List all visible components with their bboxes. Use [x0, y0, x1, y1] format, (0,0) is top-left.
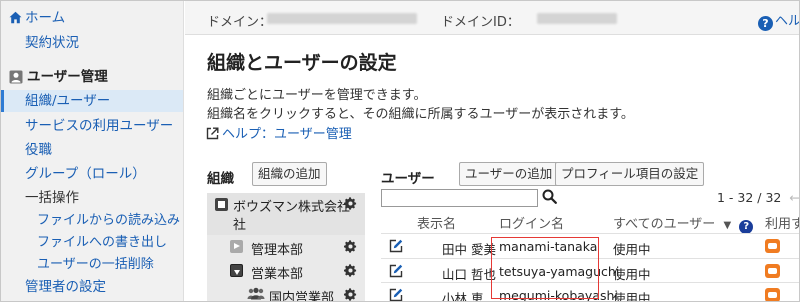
user-icon	[9, 70, 23, 84]
sidebar-item-label: 管理者の設定	[25, 279, 106, 295]
sidebar-item-service-users[interactable]: サービスの利用ユーザー	[1, 115, 183, 137]
sidebar: ホーム 契約状況 ユーザー管理 組織/ユーザー サービスの利用ユーザー 役職 グ…	[1, 1, 184, 301]
column-login-name[interactable]: ログイン名	[499, 213, 564, 232]
group-icon	[247, 287, 265, 300]
sidebar-group-label: 一括操作	[25, 190, 79, 206]
sidebar-item-groups[interactable]: グループ（ロール）	[1, 163, 183, 185]
gear-icon[interactable]	[344, 288, 357, 301]
app-icon[interactable]	[765, 288, 780, 301]
user-login-name: tetsuya-yamaguchi	[499, 264, 620, 279]
domain-bar: ドメイン： ドメインID： ? ヘル	[185, 1, 800, 35]
org-tree-item-sales-division[interactable]: 営業本部	[207, 259, 365, 283]
app-icon[interactable]	[765, 239, 780, 253]
edit-icon[interactable]	[389, 288, 403, 302]
prev-page-arrow[interactable]: ←	[789, 190, 799, 205]
home-icon	[9, 11, 22, 24]
help-icon: ?	[757, 16, 773, 31]
org-name: 国内営業部	[269, 291, 335, 302]
user-status: 使用中	[613, 291, 651, 302]
sidebar-section-user-management: ユーザー管理	[1, 66, 183, 88]
sidebar-item-label: グループ（ロール）	[25, 166, 146, 182]
sidebar-item-label: 組織/ユーザー	[25, 93, 111, 109]
sidebar-item-label: サービスの利用ユーザー	[25, 118, 174, 134]
pagination: 1 - 32 / 32←→	[717, 190, 799, 205]
user-display-name[interactable]: 山口 哲也	[442, 264, 496, 283]
column-app: 利用す	[765, 217, 799, 232]
help-icon[interactable]: ?	[739, 220, 754, 234]
user-display-name[interactable]: 田中 愛美	[442, 239, 496, 258]
sidebar-group-bulk: 一括操作	[1, 187, 183, 209]
chevron-down-icon: ▼	[723, 220, 732, 231]
page-description-2: 組織名をクリックすると、その組織に所属するユーザーが表示されます。	[207, 107, 634, 122]
column-display-name[interactable]: 表示名	[417, 213, 456, 232]
user-login-name: manami-tanaka	[499, 239, 598, 254]
org-tree-item-domestic-sales[interactable]: 国内営業部	[207, 283, 365, 302]
sidebar-item-org-users[interactable]: 組織/ユーザー	[1, 90, 183, 112]
org-name-line2: 社	[233, 218, 247, 233]
user-filter-select[interactable]: すべてのユーザー ▼ ?	[613, 213, 754, 234]
domain-id-value-redacted	[537, 13, 617, 24]
org-name: ボウズマン株式会社	[233, 200, 351, 215]
domain-value-redacted	[267, 13, 417, 24]
sidebar-item-label: 役職	[25, 142, 52, 158]
table-row[interactable]: 田中 愛美 manami-tanaka 使用中	[381, 233, 799, 259]
sidebar-item-label: ユーザーの一括削除	[37, 257, 154, 272]
gear-icon[interactable]	[344, 197, 357, 210]
table-row[interactable]: 山口 哲也 tetsuya-yamaguchi 使用中	[381, 258, 799, 284]
org-tree-item-admin-division[interactable]: 管理本部	[207, 235, 365, 259]
user-status: 使用中	[613, 242, 651, 257]
user-display-name[interactable]: 小林 恵	[442, 288, 483, 301]
sidebar-item-home[interactable]: ホーム	[1, 7, 183, 29]
app-window: ホーム 契約状況 ユーザー管理 組織/ユーザー サービスの利用ユーザー 役職 グ…	[0, 0, 800, 302]
user-filter-label: すべてのユーザー	[613, 217, 716, 232]
help-link-label: ヘル	[774, 14, 800, 29]
help-link-top[interactable]: ? ヘル	[757, 10, 800, 31]
sidebar-section-label: ユーザー管理	[27, 69, 108, 85]
sidebar-item-import[interactable]: ファイルからの読み込み	[1, 210, 183, 232]
add-user-button[interactable]: ユーザーの追加	[459, 162, 559, 186]
sidebar-item-contract[interactable]: 契約状況	[1, 32, 183, 54]
user-status: 使用中	[613, 267, 651, 282]
edit-icon[interactable]	[389, 264, 403, 278]
help-link-user-management[interactable]: ヘルプ：ユーザー管理	[206, 123, 352, 142]
help-link-label: ヘルプ：ユーザー管理	[222, 127, 352, 142]
org-tree-item-company[interactable]: ボウズマン株式会社 社	[207, 193, 365, 235]
sidebar-item-admin-settings[interactable]: 管理者の設定	[1, 276, 183, 298]
edit-icon[interactable]	[389, 239, 403, 253]
page-title: 組織とユーザーの設定	[207, 52, 397, 74]
app-icon[interactable]	[765, 264, 780, 278]
pagination-range: 1 - 32 / 32	[717, 190, 782, 205]
sidebar-item-label: ファイルへの書き出し	[37, 235, 168, 250]
user-login-name: megumi-kobayashi	[499, 288, 618, 302]
sidebar-item-label: ファイルからの読み込み	[37, 213, 181, 228]
sidebar-item-titles[interactable]: 役職	[1, 139, 183, 161]
org-name: 管理本部	[251, 243, 304, 258]
org-heading: 組織	[207, 171, 234, 187]
sidebar-item-label: 契約状況	[25, 35, 79, 51]
gear-icon[interactable]	[344, 240, 357, 253]
table-row[interactable]: 小林 恵 megumi-kobayashi 使用中	[381, 282, 799, 302]
profile-fields-button[interactable]: プロフィール項目の設定	[555, 162, 705, 186]
org-tree: ボウズマン株式会社 社 管理本部 営業本部 国内営業部	[207, 193, 365, 302]
expand-icon[interactable]	[230, 240, 243, 253]
user-search-input[interactable]	[381, 189, 538, 207]
users-heading: ユーザー	[381, 171, 435, 187]
external-link-icon	[206, 127, 219, 140]
domain-label: ドメイン：	[207, 15, 273, 30]
sidebar-item-label: ホーム	[25, 10, 66, 26]
domain-id-label: ドメインID：	[441, 15, 520, 30]
add-org-button[interactable]: 組織の追加	[252, 162, 327, 186]
search-icon[interactable]	[542, 189, 557, 204]
page-description-1: 組織ごとにユーザーを管理できます。	[207, 88, 427, 103]
gear-icon[interactable]	[344, 264, 357, 277]
collapse-icon[interactable]	[230, 264, 243, 277]
org-root-icon	[215, 198, 228, 211]
sidebar-item-bulk-delete[interactable]: ユーザーの一括削除	[1, 254, 183, 276]
sidebar-item-export[interactable]: ファイルへの書き出し	[1, 232, 183, 254]
org-name: 営業本部	[251, 267, 304, 282]
